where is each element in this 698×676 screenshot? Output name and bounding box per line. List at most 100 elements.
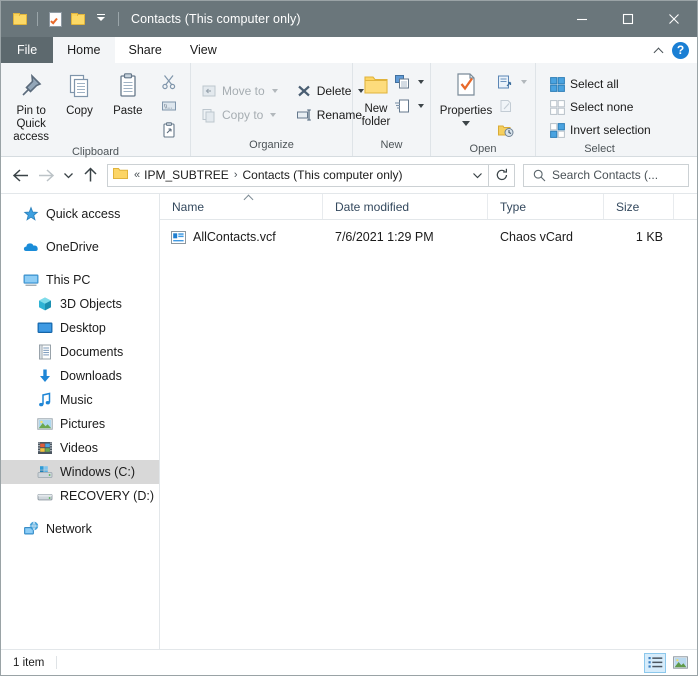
address-dropdown-icon[interactable] <box>466 165 488 186</box>
move-to-label: Move to <box>222 84 265 98</box>
edit-button[interactable] <box>495 95 529 117</box>
search-placeholder: Search Contacts (... <box>552 168 659 182</box>
paste-label: Paste <box>113 105 143 117</box>
organize-left-column: Move to Copy to <box>197 77 282 126</box>
tab-home[interactable]: Home <box>53 37 115 63</box>
tab-file[interactable]: File <box>1 37 54 63</box>
breadcrumb-item-ipm-subtree[interactable]: IPM_SUBTREE <box>141 168 232 182</box>
column-header-size[interactable]: Size <box>604 194 674 219</box>
sort-ascending-icon <box>244 193 255 201</box>
column-header-type-label: Type <box>500 199 527 214</box>
sidebar-label: Windows (C:) <box>60 465 136 479</box>
pushpin-icon <box>16 71 46 101</box>
copy-button[interactable]: Copy <box>55 68 103 118</box>
new-item-caret-icon[interactable] <box>418 80 424 84</box>
open-icon <box>497 74 514 90</box>
paste-shortcut-icon <box>161 122 177 138</box>
copy-to-icon <box>201 107 217 123</box>
copy-to-button[interactable]: Copy to <box>197 104 282 126</box>
ribbon-group-label-new: New <box>380 139 403 151</box>
column-header-size-label: Size <box>616 199 640 214</box>
details-view-button[interactable] <box>644 652 666 673</box>
new-folder-icon[interactable] <box>69 10 87 28</box>
sidebar-item-network[interactable]: Network <box>1 517 159 541</box>
ribbon: Pin to Quick access Copy Paste \\... Cli… <box>1 63 697 158</box>
select-none-label: Select none <box>570 100 634 114</box>
sidebar-label: Music <box>60 393 93 407</box>
properties-caret-icon[interactable] <box>462 121 470 126</box>
copy-to-caret-icon[interactable] <box>270 113 277 117</box>
properties-button[interactable]: Properties <box>437 68 495 126</box>
3d-objects-icon <box>37 296 53 312</box>
breadcrumb-overflow[interactable]: « <box>132 169 141 181</box>
paste-icon <box>113 71 143 101</box>
refresh-button[interactable] <box>489 163 515 187</box>
column-header-date-modified[interactable]: Date modified <box>323 194 488 219</box>
history-button[interactable] <box>495 119 529 141</box>
sidebar-item-windows-c[interactable]: Windows (C:) <box>1 460 159 484</box>
sidebar-item-music[interactable]: Music <box>1 388 159 412</box>
ribbon-group-organize: Move to Copy to Delete Rename Organize <box>191 63 365 156</box>
open-caret-icon[interactable] <box>521 80 527 84</box>
forward-button[interactable] <box>33 162 59 188</box>
back-button[interactable] <box>7 162 33 188</box>
sidebar-item-3d-objects[interactable]: 3D Objects <box>1 292 159 316</box>
table-row[interactable]: AllContacts.vcf 7/6/2021 1:29 PM Chaos v… <box>160 225 697 249</box>
select-all-label: Select all <box>570 77 619 91</box>
sidebar-item-quick-access[interactable]: Quick access <box>1 202 159 226</box>
easy-access-button[interactable] <box>392 95 426 117</box>
new-item-button[interactable] <box>392 71 426 93</box>
this-pc-monitor-icon <box>23 272 39 288</box>
tab-view[interactable]: View <box>176 37 231 63</box>
sidebar-item-videos[interactable]: Videos <box>1 436 159 460</box>
up-button[interactable] <box>77 162 103 188</box>
easy-access-caret-icon[interactable] <box>418 104 424 108</box>
invert-selection-button[interactable]: Invert selection <box>546 119 655 141</box>
open-button[interactable] <box>495 71 529 93</box>
sidebar-item-this-pc[interactable]: This PC <box>1 268 159 292</box>
select-all-button[interactable]: Select all <box>546 73 655 95</box>
tab-share[interactable]: Share <box>115 37 176 63</box>
copy-label: Copy <box>66 105 93 117</box>
maximize-button[interactable] <box>605 1 651 37</box>
status-divider <box>56 656 58 669</box>
sidebar-item-recovery-d[interactable]: RECOVERY (D:) <box>1 484 159 508</box>
folder-icon[interactable] <box>11 10 29 28</box>
collapse-ribbon-icon[interactable] <box>652 43 666 57</box>
toolbar-divider <box>37 12 38 26</box>
help-icon[interactable]: ? <box>672 41 689 59</box>
copy-path-button[interactable]: \\... <box>154 95 184 117</box>
column-header-name[interactable]: Name <box>160 194 323 219</box>
sidebar-item-desktop[interactable]: Desktop <box>1 316 159 340</box>
close-button[interactable] <box>651 1 697 37</box>
address-bar[interactable]: « IPM_SUBTREE › Contacts (This computer … <box>107 163 489 187</box>
desktop-icon <box>37 320 53 336</box>
properties-icon[interactable] <box>46 10 64 28</box>
breadcrumb-separator-icon[interactable]: › <box>232 169 240 181</box>
search-input[interactable]: Search Contacts (... <box>523 163 689 187</box>
move-to-caret-icon[interactable] <box>271 89 278 93</box>
sidebar-item-pictures[interactable]: Pictures <box>1 412 159 436</box>
sidebar-item-onedrive[interactable]: OneDrive <box>1 235 159 259</box>
new-folder-button[interactable]: New folder <box>361 68 391 129</box>
nav-gap <box>1 226 159 235</box>
column-header-type[interactable]: Type <box>488 194 604 219</box>
select-none-button[interactable]: Select none <box>546 96 655 118</box>
main-area: Quick access OneDrive This PC 3D Objects… <box>1 193 697 649</box>
large-icons-view-button[interactable] <box>669 653 691 673</box>
view-buttons <box>644 652 691 673</box>
breadcrumb-item-contacts[interactable]: Contacts (This computer only) <box>239 168 405 182</box>
paste-shortcut-button[interactable] <box>154 119 184 141</box>
sidebar-item-downloads[interactable]: Downloads <box>1 364 159 388</box>
minimize-button[interactable] <box>559 1 605 37</box>
paste-button[interactable]: Paste <box>104 68 152 118</box>
sidebar-item-documents[interactable]: Documents <box>1 340 159 364</box>
customize-quick-access-toolbar-icon[interactable] <box>92 10 110 28</box>
sidebar-label: 3D Objects <box>60 297 122 311</box>
search-icon <box>533 169 546 182</box>
sidebar-label: Pictures <box>60 417 106 431</box>
pin-to-quick-access-button[interactable]: Pin to Quick access <box>7 68 55 144</box>
cut-button[interactable] <box>154 71 184 93</box>
move-to-button[interactable]: Move to <box>197 80 282 102</box>
recent-locations-button[interactable] <box>59 162 77 188</box>
